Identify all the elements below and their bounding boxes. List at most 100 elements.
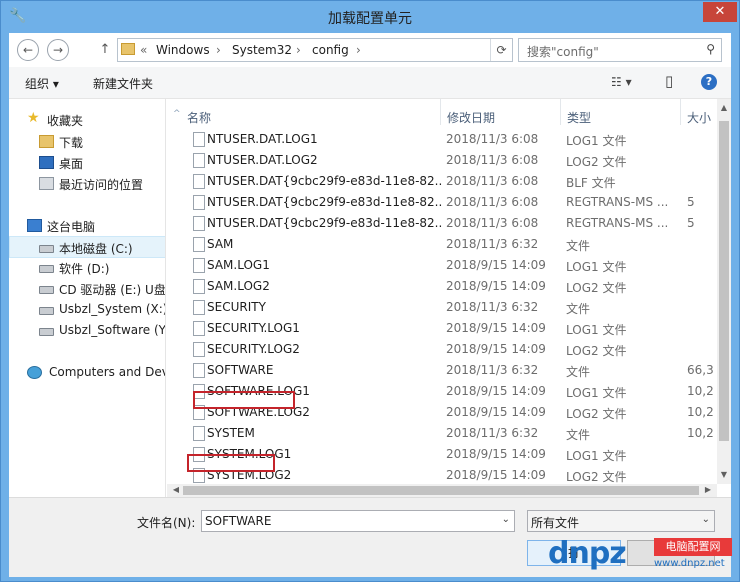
file-type: 文件	[566, 428, 591, 442]
sidebar-item-drive-c[interactable]: 本地磁盘 (C:)	[9, 236, 165, 258]
file-date: 2018/9/15 14:09	[446, 279, 546, 293]
file-date: 2018/11/3 6:08	[446, 216, 539, 230]
table-row[interactable]: SECURITY.LOG2 2018/9/15 14:09 LOG2 文件	[167, 339, 731, 360]
file-type: BLF 文件	[566, 176, 616, 190]
file-type: 文件	[566, 302, 591, 316]
table-row[interactable]: SECURITY 2018/11/3 6:32 文件	[167, 297, 731, 318]
file-type: LOG1 文件	[566, 386, 627, 400]
breadcrumb-separator: ›	[296, 43, 301, 57]
table-row[interactable]: SAM.LOG2 2018/9/15 14:09 LOG2 文件	[167, 276, 731, 297]
file-icon	[193, 426, 205, 441]
back-button[interactable]: ←	[17, 39, 39, 61]
breadcrumb-windows[interactable]: Windows	[156, 43, 210, 57]
dialog-client-area: ← → ↑ « Windows › System32 › config › ⟳ …	[9, 33, 731, 577]
network-icon	[27, 366, 42, 379]
forward-button[interactable]: →	[47, 39, 69, 61]
site-watermark: dnpz 电脑配置网 www.dnpz.net	[548, 534, 734, 578]
filetype-select[interactable]: 所有文件 ⌄	[527, 510, 715, 532]
breadcrumb-system32[interactable]: System32	[232, 43, 292, 57]
table-row[interactable]: SOFTWARE 2018/11/3 6:32 文件 66,3	[167, 360, 731, 381]
breadcrumb-overflow[interactable]: «	[140, 43, 147, 57]
horizontal-scrollbar[interactable]: ◀ ▶	[167, 484, 717, 497]
sidebar-item-drive-d[interactable]: 软件 (D:)	[9, 257, 165, 279]
file-date: 2018/9/15 14:09	[446, 321, 546, 335]
vertical-scroll-thumb[interactable]	[719, 121, 729, 441]
navigation-pane: ★ 收藏夹 下载 桌面 最近访问的位置 这台电脑 本地磁盘 (C:) 软件 (D…	[9, 99, 166, 497]
table-row[interactable]: NTUSER.DAT{9cbc29f9-e83d-11e8-82... 2018/…	[167, 213, 731, 234]
file-date: 2018/9/15 14:09	[446, 447, 546, 461]
sidebar-item-this-pc[interactable]: 这台电脑	[9, 215, 165, 237]
table-row[interactable]: SAM 2018/11/3 6:32 文件	[167, 234, 731, 255]
file-date: 2018/11/3 6:08	[446, 132, 539, 146]
sidebar-item-favorites[interactable]: ★ 收藏夹	[9, 109, 165, 131]
search-icon[interactable]: ⚲	[706, 42, 715, 56]
up-button[interactable]: ↑	[97, 39, 113, 61]
help-icon[interactable]: ?	[701, 74, 717, 90]
file-type: 文件	[566, 365, 591, 379]
file-icon	[193, 153, 205, 168]
column-header-name[interactable]: ^ 名称	[167, 99, 441, 125]
new-folder-button[interactable]: 新建文件夹	[93, 75, 153, 92]
horizontal-scroll-thumb[interactable]	[183, 486, 699, 495]
file-date: 2018/9/15 14:09	[446, 468, 546, 482]
chevron-down-icon[interactable]: ⌄	[702, 514, 710, 525]
sidebar-item-drive-x[interactable]: Usbzl_System (X:)	[9, 299, 165, 321]
scroll-down-arrow-icon[interactable]: ▼	[717, 470, 731, 479]
breadcrumb-separator: ›	[356, 43, 361, 57]
filename-input[interactable]: SOFTWARE ⌄	[201, 510, 515, 532]
file-name: SYSTEM	[207, 426, 255, 440]
organize-button[interactable]: 组织 ▾	[25, 75, 59, 92]
address-bar[interactable]: « Windows › System32 › config › ⟳	[117, 38, 513, 62]
table-row[interactable]: NTUSER.DAT{9cbc29f9-e83d-11e8-82... 2018/…	[167, 171, 731, 192]
watermark-logo: dnpz	[548, 536, 627, 571]
scroll-right-arrow-icon[interactable]: ▶	[701, 485, 715, 494]
title-bar[interactable]: 🔧 加载配置单元 ✕	[1, 1, 739, 33]
table-row[interactable]: NTUSER.DAT{9cbc29f9-e83d-11e8-82... 2018/…	[167, 192, 731, 213]
file-list: ^ 名称 修改日期 类型 大小 NTUSER.DAT.LOG1 2018/11/3…	[167, 99, 731, 484]
sidebar-item-downloads[interactable]: 下载	[9, 131, 165, 153]
table-row[interactable]: SECURITY.LOG1 2018/9/15 14:09 LOG1 文件	[167, 318, 731, 339]
scroll-left-arrow-icon[interactable]: ◀	[169, 485, 183, 494]
star-icon: ★	[27, 110, 40, 126]
scroll-up-arrow-icon[interactable]: ▲	[717, 103, 731, 112]
file-date: 2018/11/3 6:08	[446, 174, 539, 188]
sidebar-item-drive-y[interactable]: Usbzl_Software (Y:	[9, 320, 165, 342]
view-options-icon[interactable]: ☷ ▾	[611, 75, 632, 89]
file-type: LOG1 文件	[566, 260, 627, 274]
breadcrumb-config[interactable]: config	[312, 43, 349, 57]
vertical-scrollbar[interactable]: ▲ ▼	[717, 99, 731, 484]
table-row[interactable]: NTUSER.DAT.LOG2 2018/11/3 6:08 LOG2 文件	[167, 150, 731, 171]
close-button[interactable]: ✕	[703, 2, 737, 22]
breadcrumb-separator: ›	[216, 43, 221, 57]
file-date: 2018/11/3 6:32	[446, 300, 539, 314]
file-name: SAM	[207, 237, 234, 251]
table-row[interactable]: SYSTEM 2018/11/3 6:32 文件 10,2	[167, 423, 731, 444]
drive-icon	[39, 265, 54, 273]
file-icon	[193, 195, 205, 210]
search-box[interactable]: 搜索"config" ⚲	[518, 38, 722, 62]
table-row[interactable]: SAM.LOG1 2018/9/15 14:09 LOG1 文件	[167, 255, 731, 276]
filetype-value: 所有文件	[531, 516, 580, 530]
file-date: 2018/11/3 6:32	[446, 237, 539, 251]
file-name: SECURITY.LOG1	[207, 321, 300, 335]
sidebar-item-desktop[interactable]: 桌面	[9, 152, 165, 174]
column-header-date[interactable]: 修改日期	[441, 99, 561, 125]
file-date: 2018/11/3 6:08	[446, 153, 539, 167]
file-name: NTUSER.DAT.LOG1	[207, 132, 318, 146]
sidebar-item-drive-e[interactable]: CD 驱动器 (E:) U盘:	[9, 278, 165, 300]
table-row[interactable]: NTUSER.DAT.LOG1 2018/11/3 6:08 LOG1 文件	[167, 129, 731, 150]
file-icon	[193, 216, 205, 231]
desktop-icon	[39, 156, 54, 169]
column-header-type[interactable]: 类型	[561, 99, 681, 125]
watermark-badge: 电脑配置网	[654, 538, 732, 556]
file-type: LOG2 文件	[566, 344, 627, 358]
file-type: LOG2 文件	[566, 155, 627, 169]
sidebar-item-network[interactable]: Computers and Dev	[9, 362, 165, 384]
file-type: LOG2 文件	[566, 470, 627, 484]
file-type: LOG2 文件	[566, 281, 627, 295]
refresh-button[interactable]: ⟳	[490, 39, 512, 61]
sidebar-item-recent[interactable]: 最近访问的位置	[9, 173, 165, 195]
chevron-down-icon[interactable]: ⌄	[502, 514, 510, 525]
preview-pane-icon[interactable]: ▯	[665, 72, 673, 90]
file-type: LOG1 文件	[566, 323, 627, 337]
